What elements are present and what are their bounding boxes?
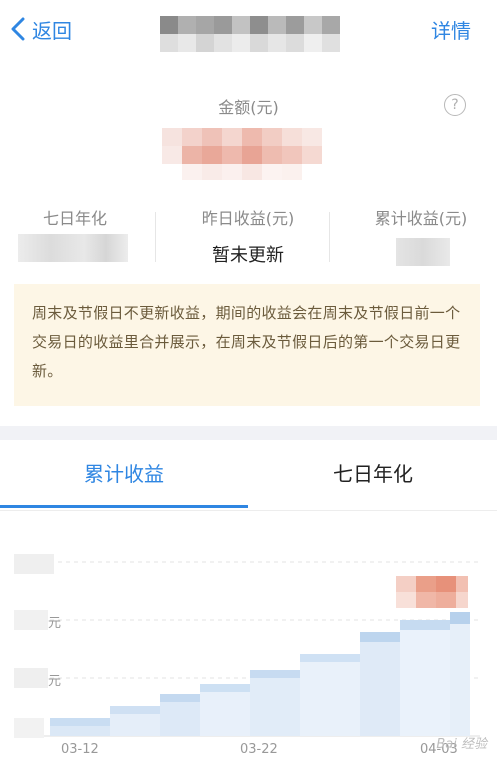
- tab-seven-day-yield[interactable]: 七日年化: [249, 440, 497, 508]
- x-axis-label: 03-22: [240, 742, 278, 757]
- tooltip-block: [416, 576, 436, 592]
- seven-day-yield-value-blurred: [18, 234, 128, 262]
- back-label: 返回: [32, 18, 72, 43]
- help-icon[interactable]: ?: [444, 94, 466, 116]
- stat-seven-day-yield: 七日年化: [20, 205, 130, 229]
- tooltip-block: [456, 576, 468, 592]
- series-line-blur: [50, 718, 110, 726]
- series-block: [300, 654, 360, 736]
- tab-cumulative-earnings[interactable]: 累计收益: [0, 440, 248, 508]
- page-title-blurred: [160, 16, 342, 52]
- tooltip-block: [396, 592, 416, 608]
- stat-divider: [155, 212, 156, 262]
- series-line-blur: [300, 654, 360, 662]
- series-block: [450, 612, 470, 736]
- back-button[interactable]: 返回: [10, 14, 72, 44]
- series-line-blur: [400, 620, 450, 630]
- notice-box: 周末及节假日不更新收益，期间的收益会在周末及节假日前一个交易日的收益里合并展示，…: [14, 284, 480, 406]
- section-separator: [0, 426, 497, 440]
- watermark-logo: Bai 经验: [436, 737, 487, 752]
- series-line-blur: [450, 612, 470, 624]
- series-block: [360, 632, 400, 736]
- detail-link[interactable]: 详情: [431, 15, 471, 44]
- notice-text: 周末及节假日不更新收益，期间的收益会在周末及节假日前一个交易日的收益里合并展示，…: [32, 304, 461, 380]
- stat-divider: [329, 212, 330, 262]
- active-tab-indicator: [0, 505, 248, 508]
- series-line-blur: [250, 670, 300, 678]
- earnings-chart: 元 元 03-12 03-22 04-03 Bai 经验: [0, 520, 497, 760]
- series-block: [250, 670, 300, 736]
- chevron-left-icon: [11, 17, 25, 41]
- stat-value: 暂未更新: [212, 245, 284, 266]
- series-line-blur: [160, 694, 200, 702]
- y-value-blur: [14, 668, 48, 688]
- stat-label: 累计收益(元): [374, 209, 468, 228]
- tooltip-block: [436, 576, 456, 592]
- tooltip-block: [396, 576, 416, 592]
- x-axis-label: 03-12: [61, 742, 99, 757]
- series-line-blur: [200, 684, 250, 692]
- stat-total-earnings: 累计收益(元): [366, 205, 476, 229]
- series-line-blur: [360, 632, 400, 642]
- stat-label: 七日年化: [42, 209, 107, 228]
- amount-label: 金额(元): [218, 98, 279, 117]
- tooltip-block: [416, 592, 436, 608]
- y-value-blur: [14, 610, 48, 630]
- stat-label: 昨日收益(元): [201, 209, 295, 228]
- chart-tabs: 累计收益 七日年化: [0, 440, 497, 511]
- y-value-blur: [14, 554, 54, 574]
- stat-yesterday-earnings: 昨日收益(元) 暂未更新: [170, 205, 326, 267]
- series-block: [400, 620, 450, 736]
- chart-svg: [14, 554, 480, 738]
- y-axis-label: 元: [48, 616, 62, 631]
- y-axis-label: 元: [48, 674, 62, 689]
- total-earnings-value-blurred: [396, 238, 450, 266]
- series-line-blur: [110, 706, 160, 714]
- tooltip-block: [456, 592, 468, 608]
- amount-value-blurred: [162, 128, 326, 180]
- nav-bar: 返回 详情: [0, 0, 497, 58]
- y-value-blur: [14, 718, 44, 738]
- tooltip-block: [436, 592, 456, 608]
